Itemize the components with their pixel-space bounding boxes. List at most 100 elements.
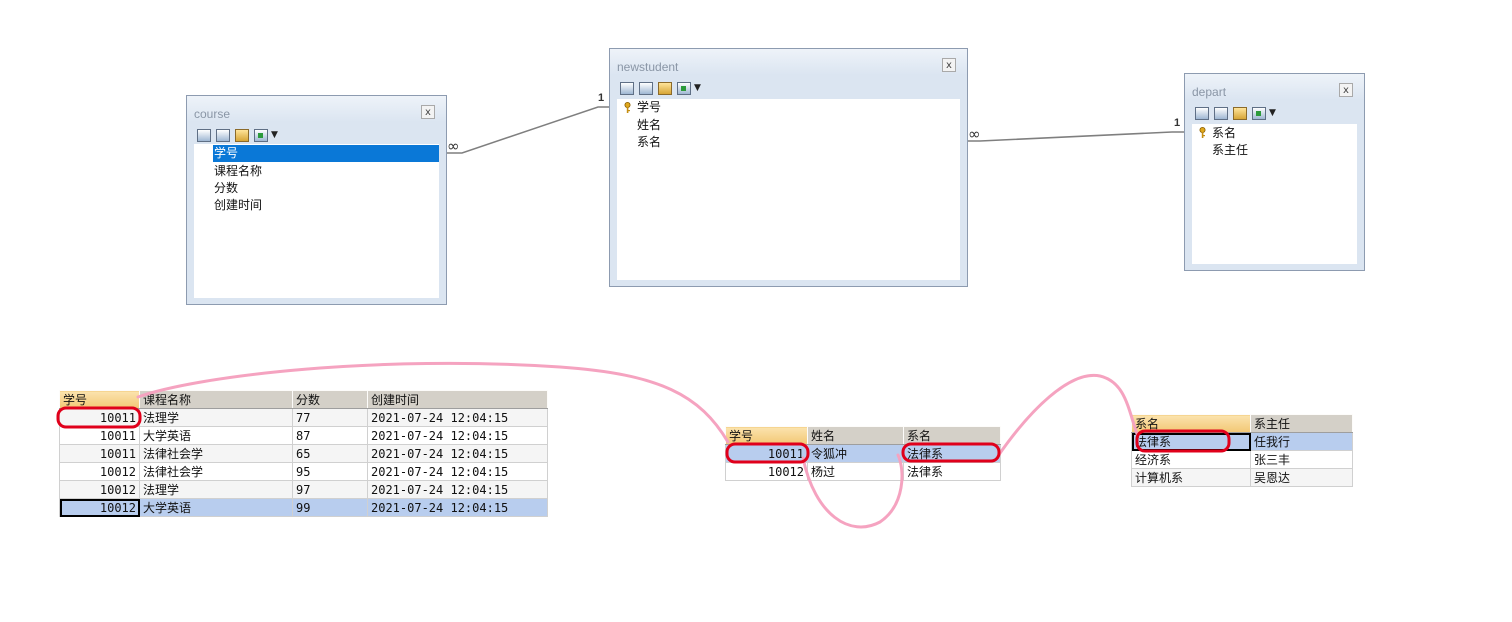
table-row[interactable]: 10011 法律社会学 65 2021-07-24 12:04:15	[59, 444, 548, 463]
primary-key-icon	[1199, 127, 1206, 138]
depart-table-box[interactable]: depart x ▼ 系名 系主任	[1184, 73, 1365, 271]
course-data-grid[interactable]: 学号 课程名称 分数 创建时间 10011 法理学 77 2021-07-24 …	[59, 390, 548, 517]
field-item[interactable]: 创建时间	[214, 197, 262, 214]
depart-title-bar[interactable]: depart x	[1185, 74, 1364, 100]
cell[interactable]: 77	[292, 408, 368, 427]
cell-current[interactable]: 法律系	[1131, 432, 1251, 451]
key-icon[interactable]	[658, 81, 672, 95]
close-icon[interactable]: x	[942, 58, 956, 72]
field-item-key[interactable]: 学号	[637, 99, 661, 116]
cell[interactable]: 10011	[59, 408, 140, 427]
table-icon[interactable]	[197, 128, 211, 142]
cell[interactable]: 经济系	[1131, 450, 1251, 469]
cell[interactable]: 法理学	[139, 480, 293, 499]
chevron-down-icon[interactable]: ▼	[694, 83, 701, 93]
table-row[interactable]: 计算机系 吴恩达	[1131, 468, 1353, 487]
cell[interactable]: 95	[292, 462, 368, 481]
field-item[interactable]: 系主任	[1212, 142, 1248, 159]
column-header[interactable]: 学号	[725, 426, 808, 445]
newstudent-data-grid[interactable]: 学号 姓名 系名 10011 令狐冲 法律系 10012 杨过 法律系	[725, 426, 1001, 481]
cell[interactable]: 计算机系	[1131, 468, 1251, 487]
cell[interactable]: 2021-07-24 12:04:15	[367, 480, 548, 499]
course-title-bar[interactable]: course x	[187, 96, 446, 122]
columns-icon[interactable]	[1214, 106, 1228, 120]
close-icon[interactable]: x	[1339, 83, 1353, 97]
column-header[interactable]: 创建时间	[367, 390, 548, 409]
chevron-down-icon[interactable]: ▼	[1269, 108, 1276, 118]
cell[interactable]: 2021-07-24 12:04:15	[367, 498, 548, 517]
column-header[interactable]: 系主任	[1250, 414, 1353, 433]
column-header[interactable]: 学号	[59, 390, 140, 409]
table-row-selected[interactable]: 10012 大学英语 99 2021-07-24 12:04:15	[59, 498, 548, 517]
cell[interactable]: 法律社会学	[139, 462, 293, 481]
table-icon[interactable]	[620, 81, 634, 95]
field-item[interactable]: 姓名	[637, 117, 661, 134]
newstudent-title: newstudent	[617, 60, 679, 74]
field-item-selected[interactable]: 学号	[213, 145, 439, 162]
newstudent-toolbar: ▼	[620, 79, 701, 97]
cell[interactable]: 10011	[59, 444, 140, 463]
cell[interactable]: 法理学	[139, 408, 293, 427]
cell[interactable]: 张三丰	[1250, 450, 1353, 469]
table-row[interactable]: 10012 法律社会学 95 2021-07-24 12:04:15	[59, 462, 548, 481]
cell[interactable]: 97	[292, 480, 368, 499]
cell[interactable]: 65	[292, 444, 368, 463]
table-row[interactable]: 10011 大学英语 87 2021-07-24 12:04:15	[59, 426, 548, 445]
relation-line-course-newstudent	[447, 106, 609, 154]
cell[interactable]: 任我行	[1250, 432, 1353, 451]
cell[interactable]: 10012	[725, 462, 808, 481]
cell[interactable]: 大学英语	[139, 498, 293, 517]
depart-data-grid[interactable]: 系名 系主任 法律系 任我行 经济系 张三丰 计算机系 吴恩达	[1131, 414, 1353, 487]
cell[interactable]: 10011	[59, 426, 140, 445]
cell[interactable]: 2021-07-24 12:04:15	[367, 426, 548, 445]
column-header[interactable]: 姓名	[807, 426, 904, 445]
add-field-icon[interactable]	[677, 81, 691, 95]
table-row[interactable]: 10012 杨过 法律系	[725, 462, 1001, 481]
table-row[interactable]: 10012 法理学 97 2021-07-24 12:04:15	[59, 480, 548, 499]
column-header[interactable]: 系名	[903, 426, 1001, 445]
cell[interactable]: 法律系	[903, 462, 1001, 481]
cell[interactable]: 10011	[725, 444, 808, 463]
cell[interactable]: 杨过	[807, 462, 904, 481]
close-icon[interactable]: x	[421, 105, 435, 119]
cell-current[interactable]: 10012	[59, 498, 140, 517]
newstudent-title-bar[interactable]: newstudent x	[610, 49, 967, 75]
table-row-selected[interactable]: 10011 令狐冲 法律系	[725, 444, 1001, 463]
cell[interactable]: 2021-07-24 12:04:15	[367, 462, 548, 481]
columns-icon[interactable]	[216, 128, 230, 142]
cell[interactable]: 2021-07-24 12:04:15	[367, 408, 548, 427]
cell[interactable]: 99	[292, 498, 368, 517]
cell[interactable]: 法律系	[903, 444, 1001, 463]
add-field-icon[interactable]	[1252, 106, 1266, 120]
cardinality-many: ∞	[447, 137, 460, 155]
column-header[interactable]: 课程名称	[139, 390, 293, 409]
field-item[interactable]: 系名	[637, 134, 661, 151]
course-table-box[interactable]: course x ▼ 学号 课程名称 分数 创建时间	[186, 95, 447, 305]
field-item[interactable]: 分数	[214, 180, 238, 197]
course-toolbar: ▼	[197, 126, 278, 144]
column-header[interactable]: 分数	[292, 390, 368, 409]
table-row-selected[interactable]: 法律系 任我行	[1131, 432, 1353, 451]
cell[interactable]: 10012	[59, 462, 140, 481]
key-icon[interactable]	[235, 128, 249, 142]
table-icon[interactable]	[1195, 106, 1209, 120]
cell[interactable]: 吴恩达	[1250, 468, 1353, 487]
cell[interactable]: 87	[292, 426, 368, 445]
table-row[interactable]: 10011 法理学 77 2021-07-24 12:04:15	[59, 408, 548, 427]
cell[interactable]: 10012	[59, 480, 140, 499]
column-header[interactable]: 系名	[1131, 414, 1251, 433]
cell[interactable]: 大学英语	[139, 426, 293, 445]
key-icon[interactable]	[1233, 106, 1247, 120]
cell[interactable]: 令狐冲	[807, 444, 904, 463]
cell[interactable]: 2021-07-24 12:04:15	[367, 444, 548, 463]
field-item-key[interactable]: 系名	[1212, 125, 1236, 142]
newstudent-table-box[interactable]: newstudent x ▼ 学号 姓名 系名	[609, 48, 968, 287]
columns-icon[interactable]	[639, 81, 653, 95]
table-row[interactable]: 经济系 张三丰	[1131, 450, 1353, 469]
chevron-down-icon[interactable]: ▼	[271, 130, 278, 140]
cell[interactable]: 法律社会学	[139, 444, 293, 463]
add-field-icon[interactable]	[254, 128, 268, 142]
field-item[interactable]: 课程名称	[214, 163, 262, 180]
cardinality-one: 1	[1174, 117, 1181, 129]
relation-line-newstudent-depart	[968, 131, 1184, 142]
